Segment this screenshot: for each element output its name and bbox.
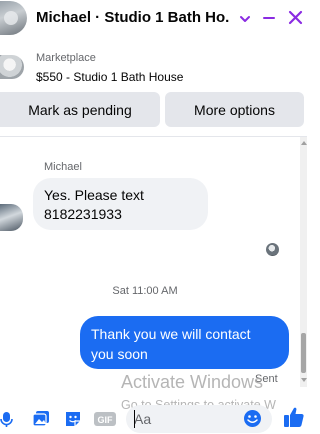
- scrollbar-thumb[interactable]: [301, 333, 306, 373]
- microphone-icon[interactable]: [0, 410, 18, 428]
- scroll-up-arrow-icon[interactable]: [301, 141, 307, 145]
- conversation-title[interactable]: Michael · Studio 1 Bath Ho...: [36, 9, 230, 26]
- sender-avatar[interactable]: [0, 204, 23, 231]
- seen-avatar: [266, 243, 279, 256]
- sender-name: Michael: [44, 161, 82, 173]
- sticker-icon[interactable]: [64, 410, 82, 428]
- incoming-line-2: 8182231933: [44, 206, 122, 222]
- outgoing-line-1: Thank you we will contact: [91, 326, 251, 342]
- gif-label: GIF: [98, 415, 114, 425]
- activate-windows-watermark: Activate Windows: [121, 372, 264, 392]
- thumbs-up-icon[interactable]: [284, 406, 304, 428]
- gif-icon[interactable]: GIF: [94, 410, 116, 428]
- listing-title: $550 - Studio 1 Bath House: [36, 70, 184, 84]
- close-icon[interactable]: [288, 10, 303, 25]
- incoming-message[interactable]: Yes. Please text 8182231933: [33, 178, 208, 230]
- message-input[interactable]: [134, 409, 244, 429]
- text-caret: [134, 410, 135, 428]
- minimize-icon[interactable]: [263, 17, 275, 19]
- scroll-down-arrow-icon[interactable]: [301, 378, 307, 382]
- photo-icon[interactable]: [32, 410, 50, 428]
- outgoing-message[interactable]: Thank you we will contact you soon: [80, 316, 289, 369]
- more-options-button[interactable]: More options: [165, 92, 304, 127]
- outgoing-line-2: you soon: [91, 346, 148, 362]
- contact-avatar[interactable]: [0, 1, 27, 35]
- marketplace-label: Marketplace: [36, 52, 96, 64]
- message-timestamp: Sat 11:00 AM: [112, 285, 178, 297]
- chevron-down-icon[interactable]: [238, 12, 252, 26]
- incoming-line-1: Yes. Please text: [44, 187, 144, 203]
- message-thread: Michael Yes. Please text 8182231933 Sat …: [0, 137, 300, 387]
- emoji-icon[interactable]: [243, 409, 262, 428]
- chat-header: Michael · Studio 1 Bath Ho...: [0, 0, 307, 38]
- listing-thumbnail: [0, 55, 24, 79]
- mark-as-pending-button[interactable]: Mark as pending: [0, 92, 160, 127]
- marketplace-listing[interactable]: Marketplace $550 - Studio 1 Bath House: [0, 47, 307, 89]
